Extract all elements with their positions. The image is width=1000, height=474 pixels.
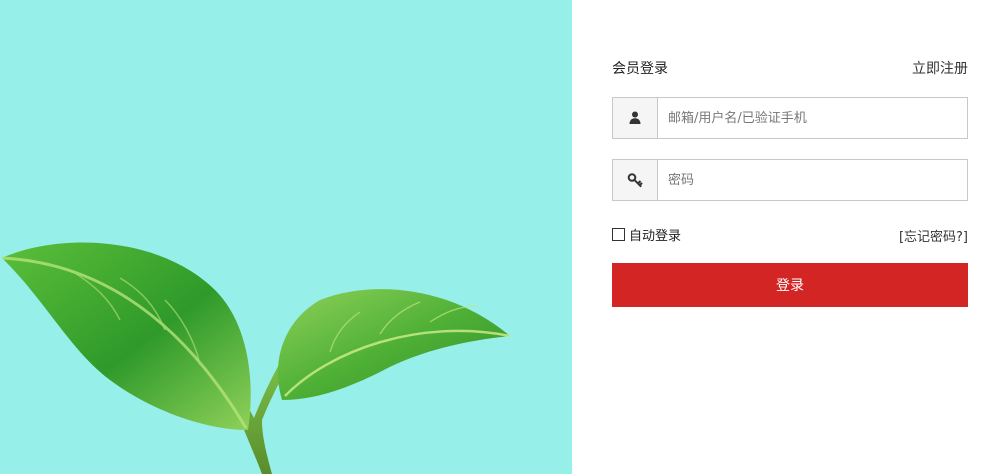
username-field [612,97,968,139]
login-title: 会员登录 [612,61,668,77]
login-header: 会员登录 立即注册 [612,58,968,78]
hero-banner [0,0,572,474]
username-addon [613,98,658,138]
auto-login-checkbox[interactable] [612,227,625,241]
auto-login-toggle[interactable]: 自动登录 [612,224,681,244]
login-panel: 会员登录 立即注册 自动登录 [612,0,968,474]
key-icon [627,173,643,188]
password-field [612,159,968,201]
auto-login-label: 自动登录 [629,228,682,244]
leaf-sprout-illustration [1,242,511,474]
password-addon [613,160,658,200]
login-page: 会员登录 立即注册 自动登录 [0,0,1000,474]
forgot-password-link[interactable]: [忘记密码?] [899,226,968,245]
register-link[interactable]: 立即注册 [912,58,968,78]
user-icon [629,111,641,124]
login-options: 自动登录 [忘记密码?] [612,224,968,245]
password-input[interactable] [658,160,968,200]
username-input[interactable] [658,98,968,138]
login-button[interactable]: 登录 [612,263,968,307]
